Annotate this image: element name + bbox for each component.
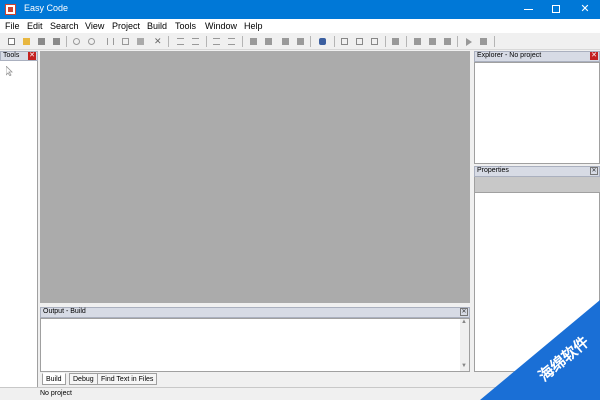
explorer-tree[interactable] (474, 62, 600, 164)
output-tabs: Build Debug Find Text in Files (40, 373, 470, 386)
save-icon[interactable] (36, 36, 47, 47)
cut-icon[interactable] (105, 36, 116, 47)
toolbar-separator (168, 36, 169, 47)
stop-icon[interactable] (478, 36, 489, 47)
comment-icon[interactable] (211, 36, 222, 47)
app-icon (5, 4, 16, 15)
watermark-logo: 海绵软件 (480, 300, 600, 400)
find-icon[interactable] (317, 36, 328, 47)
menu-project[interactable]: Project (112, 21, 140, 31)
minimize-button[interactable] (514, 0, 542, 19)
menu-help[interactable]: Help (244, 21, 263, 31)
close-icon[interactable]: ✕ (590, 52, 598, 60)
properties-pane-header: Properties ✕ (474, 166, 600, 177)
menu-build[interactable]: Build (147, 21, 167, 31)
title-bar: Easy Code ✕ (0, 0, 600, 19)
uncomment-icon[interactable] (226, 36, 237, 47)
tab-find-text-in-files[interactable]: Find Text in Files (97, 373, 158, 385)
scroll-down-icon[interactable]: ▼ (461, 363, 467, 369)
toolbar-separator (242, 36, 243, 47)
compile-icon[interactable] (412, 36, 423, 47)
explorer-pane-header: Explorer - No project ✕ (474, 51, 600, 62)
bookmark-prev-icon[interactable] (280, 36, 291, 47)
minimize-icon (523, 8, 533, 10)
rebuild-icon[interactable] (442, 36, 453, 47)
control-icon[interactable] (354, 36, 365, 47)
pointer-tool-icon[interactable] (6, 66, 14, 76)
tab-build[interactable]: Build (42, 373, 66, 385)
properties-pane-title: Properties (477, 167, 509, 174)
close-icon: ✕ (580, 3, 590, 15)
new-file-icon[interactable] (6, 36, 17, 47)
bookmark-icon[interactable] (248, 36, 259, 47)
undo-icon[interactable] (71, 36, 82, 47)
close-button[interactable]: ✕ (571, 0, 599, 19)
toolbar: ✕ (0, 33, 600, 50)
toolbar-separator (206, 36, 207, 47)
resource-icon[interactable] (390, 36, 401, 47)
maximize-icon (552, 5, 560, 14)
toolbar-separator (406, 36, 407, 47)
menu-search[interactable]: Search (50, 21, 79, 31)
properties-selector[interactable] (474, 177, 600, 192)
menu-edit[interactable]: Edit (27, 21, 43, 31)
output-pane-title: Output - Build (43, 308, 86, 315)
scroll-up-icon[interactable]: ▲ (461, 319, 467, 325)
window-icon[interactable] (339, 36, 350, 47)
toolbar-separator (310, 36, 311, 47)
output-pane-header: Output - Build ✕ (40, 307, 470, 318)
menu-tools[interactable]: Tools (175, 21, 196, 31)
paste-icon[interactable] (135, 36, 146, 47)
build-icon[interactable] (427, 36, 438, 47)
run-icon[interactable] (463, 36, 474, 47)
close-icon[interactable]: ✕ (28, 52, 36, 60)
menu-window[interactable]: Window (205, 21, 237, 31)
editor-area[interactable] (40, 51, 470, 303)
menu-bar: File Edit Search View Project Build Tool… (0, 19, 600, 33)
page-icon[interactable] (369, 36, 380, 47)
menu-file[interactable]: File (5, 21, 20, 31)
close-icon[interactable]: ✕ (590, 167, 598, 175)
bookmark-clear-icon[interactable] (295, 36, 306, 47)
window-title: Easy Code (24, 3, 69, 13)
tools-pane-header: Tools ✕ (0, 51, 38, 61)
toolbar-separator (66, 36, 67, 47)
explorer-pane-title: Explorer - No project (477, 52, 542, 59)
open-folder-icon[interactable] (21, 36, 32, 47)
copy-icon[interactable] (120, 36, 131, 47)
menu-view[interactable]: View (85, 21, 104, 31)
output-text-area[interactable]: ▲ ▼ (40, 318, 470, 372)
toolbar-separator (385, 36, 386, 47)
status-text: No project (40, 390, 72, 397)
close-icon[interactable]: ✕ (460, 308, 468, 316)
redo-icon[interactable] (86, 36, 97, 47)
output-scrollbar[interactable]: ▲ ▼ (460, 319, 469, 371)
tab-debug[interactable]: Debug (69, 373, 98, 385)
toolbar-separator (494, 36, 495, 47)
outdent-icon[interactable] (190, 36, 201, 47)
maximize-button[interactable] (542, 0, 570, 19)
save-all-icon[interactable] (51, 36, 62, 47)
delete-icon[interactable]: ✕ (152, 36, 163, 47)
toolbar-separator (457, 36, 458, 47)
tools-pane (0, 51, 38, 399)
tools-pane-title: Tools (3, 52, 20, 59)
toolbar-separator (334, 36, 335, 47)
bookmark-next-icon[interactable] (263, 36, 274, 47)
indent-icon[interactable] (175, 36, 186, 47)
